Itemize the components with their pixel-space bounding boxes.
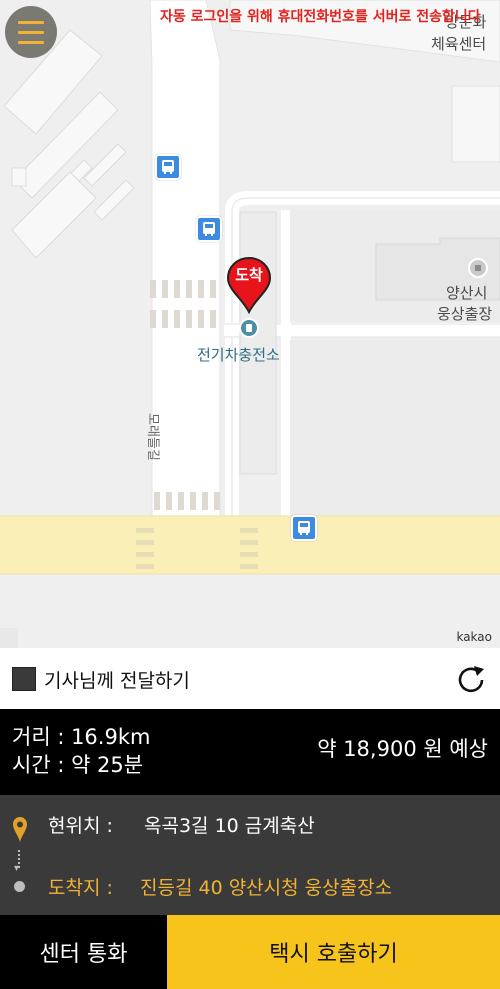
destination-key: 도착지 : xyxy=(48,877,113,899)
trip-fare-estimate: 약 18,900 원 예상 xyxy=(317,737,488,761)
arrival-pin-label: 도착 xyxy=(235,266,263,284)
bus-stop-icon[interactable] xyxy=(196,216,222,242)
driver-message-label[interactable]: 기사님께 전달하기 xyxy=(44,666,190,693)
road-name-label: 모래들길 xyxy=(145,413,160,461)
center-call-button[interactable]: 센터 통화 xyxy=(0,915,167,989)
route-panel: ▾ 현위치 : 옥곡3길 10 금계축산 도착지 : 진등길 40 양산시청 웅… xyxy=(0,795,500,915)
current-location-value[interactable]: 옥곡3길 10 금계축산 xyxy=(144,811,315,838)
driver-message-checkbox[interactable] xyxy=(12,667,36,691)
trip-distance: 거리 : 16.9km xyxy=(12,725,151,749)
map-label-yangsan: 양산시 xyxy=(446,284,488,302)
office-poi-icon[interactable] xyxy=(468,258,488,278)
poi-ev-charger-label: 전기차충전소 xyxy=(197,346,280,364)
map-label-sports-center: 체육센터 xyxy=(431,35,487,53)
map-view[interactable]: 양문화 체육센터 양산시 웅상출장 전기차충전소 모래들길 도착 자동 로그인을… xyxy=(0,0,500,648)
trip-info-bar: 거리 : 16.9km 시간 : 약 25분 약 18,900 원 예상 xyxy=(0,709,500,795)
refresh-icon[interactable] xyxy=(456,665,488,695)
login-notice: 자동 로그인을 위해 휴대전화번호를 서버로 전송합니다 xyxy=(160,9,481,25)
bus-stop-icon[interactable] xyxy=(155,154,181,180)
hamburger-menu-icon[interactable] xyxy=(5,6,57,58)
destination-dot-icon xyxy=(14,881,25,892)
destination-value[interactable]: 진등길 40 양산시청 웅상출장소 xyxy=(140,873,392,900)
current-location-key: 현위치 : xyxy=(48,815,113,837)
map-attribution: kakao xyxy=(456,630,492,644)
bus-stop-icon[interactable] xyxy=(291,515,317,541)
destination-pin-icon[interactable]: 도착 xyxy=(226,256,272,315)
trip-time: 시간 : 약 25분 xyxy=(12,753,144,777)
ev-charger-icon[interactable] xyxy=(239,318,259,338)
current-location-pin-icon xyxy=(13,817,27,843)
route-arrow-icon: ▾ xyxy=(14,863,20,874)
taxi-call-button[interactable]: 택시 호출하기 xyxy=(167,915,500,989)
map-label-ungsang: 웅상출장 xyxy=(437,305,493,323)
